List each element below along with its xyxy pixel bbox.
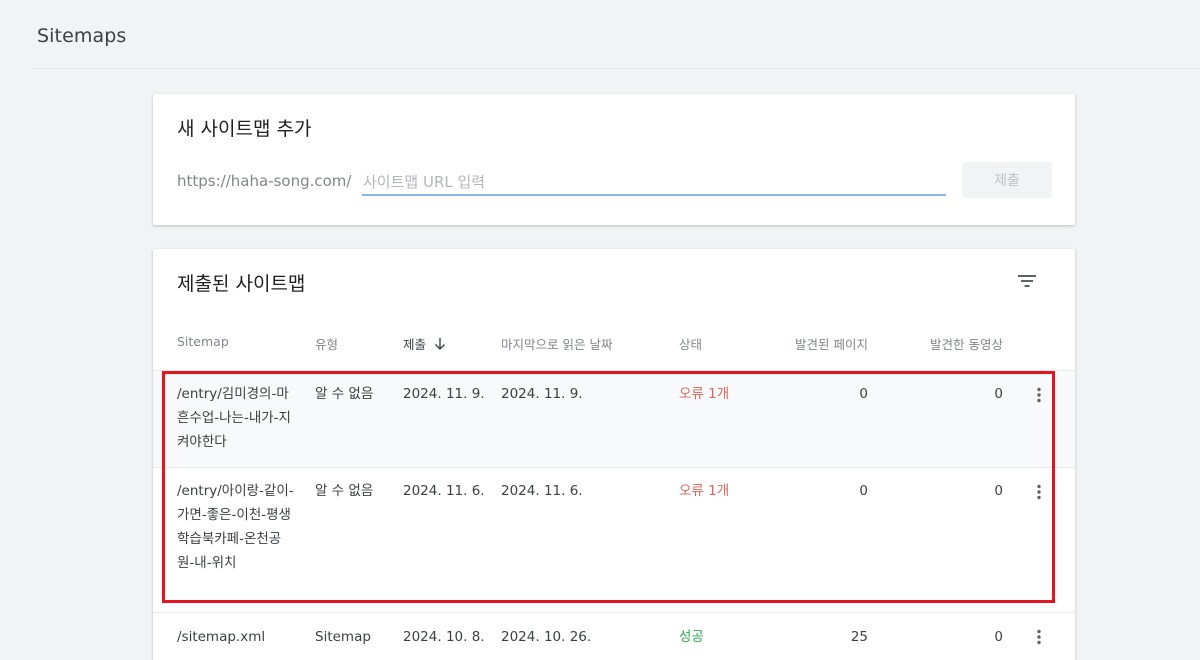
column-header-submitted[interactable]: 제출 — [403, 334, 446, 354]
last-read-date: 2024. 11. 6. — [501, 483, 583, 499]
column-header-last-read[interactable]: 마지막으로 읽은 날짜 — [501, 334, 612, 353]
discovered-pages: 0 — [859, 386, 868, 402]
submitted-date: 2024. 11. 9. — [403, 386, 485, 402]
submitted-date: 2024. 11. 6. — [403, 483, 485, 499]
url-prefix: https://haha-song.com/ — [177, 172, 352, 190]
column-header-sitemap[interactable]: Sitemap — [177, 334, 229, 349]
discovered-pages: 25 — [850, 629, 868, 645]
discovered-videos: 0 — [994, 386, 1003, 402]
discovered-pages: 0 — [859, 483, 868, 499]
submit-button[interactable]: 제출 — [962, 162, 1052, 198]
table-row[interactable]: /sitemap.xml Sitemap 2024. 10. 8. 2024. … — [153, 612, 1075, 660]
column-header-submitted-label: 제출 — [403, 337, 427, 352]
last-read-date: 2024. 10. 26. — [501, 629, 592, 645]
discovered-videos: 0 — [994, 629, 1003, 645]
sitemap-type: 알 수 없음 — [315, 483, 374, 499]
submitted-sitemaps-card: 제출된 사이트맵 Sitemap 유형 제출 마지막으로 읽은 날짜 상태 발견… — [153, 249, 1075, 660]
sitemap-path: /entry/아이랑-같이-가면-좋은-이천-평생학습북카페-온천공원-내-위치 — [177, 483, 294, 571]
more-vert-icon[interactable] — [1030, 386, 1048, 404]
column-header-pages[interactable]: 발견된 페이지 — [769, 334, 868, 353]
status-badge: 성공 — [679, 629, 704, 645]
sitemap-path: /sitemap.xml — [177, 629, 266, 645]
table-row[interactable]: /entry/김미경의-마흔수업-나는-내가-지켜야한다 알 수 없음 2024… — [153, 370, 1075, 467]
column-header-status[interactable]: 상태 — [679, 334, 702, 353]
filter-icon[interactable] — [1015, 269, 1039, 293]
page-header: Sitemaps — [0, 0, 1200, 69]
column-header-type[interactable]: 유형 — [315, 334, 338, 353]
submitted-sitemaps-title: 제출된 사이트맵 — [177, 273, 306, 295]
sitemap-url-input[interactable] — [362, 172, 946, 196]
sitemap-type: Sitemap — [315, 629, 371, 645]
status-badge: 오류 1개 — [679, 483, 730, 499]
last-read-date: 2024. 11. 9. — [501, 386, 583, 402]
page-title: Sitemaps — [37, 25, 127, 47]
add-sitemap-title: 새 사이트맵 추가 — [177, 118, 312, 140]
submitted-date: 2024. 10. 8. — [403, 629, 485, 645]
column-header-videos[interactable]: 발견한 동영상 — [905, 334, 1003, 353]
discovered-videos: 0 — [994, 483, 1003, 499]
header-divider — [32, 68, 1200, 69]
status-badge: 오류 1개 — [679, 386, 730, 402]
add-sitemap-card: 새 사이트맵 추가 https://haha-song.com/ 제출 — [153, 94, 1075, 225]
more-vert-icon[interactable] — [1030, 628, 1048, 646]
sitemap-path: /entry/김미경의-마흔수업-나는-내가-지켜야한다 — [177, 386, 291, 450]
arrow-down-icon — [434, 337, 446, 354]
more-vert-icon[interactable] — [1030, 483, 1048, 501]
table-row[interactable]: /entry/아이랑-같이-가면-좋은-이천-평생학습북카페-온천공원-내-위치… — [153, 467, 1075, 612]
sitemap-type: 알 수 없음 — [315, 386, 374, 402]
